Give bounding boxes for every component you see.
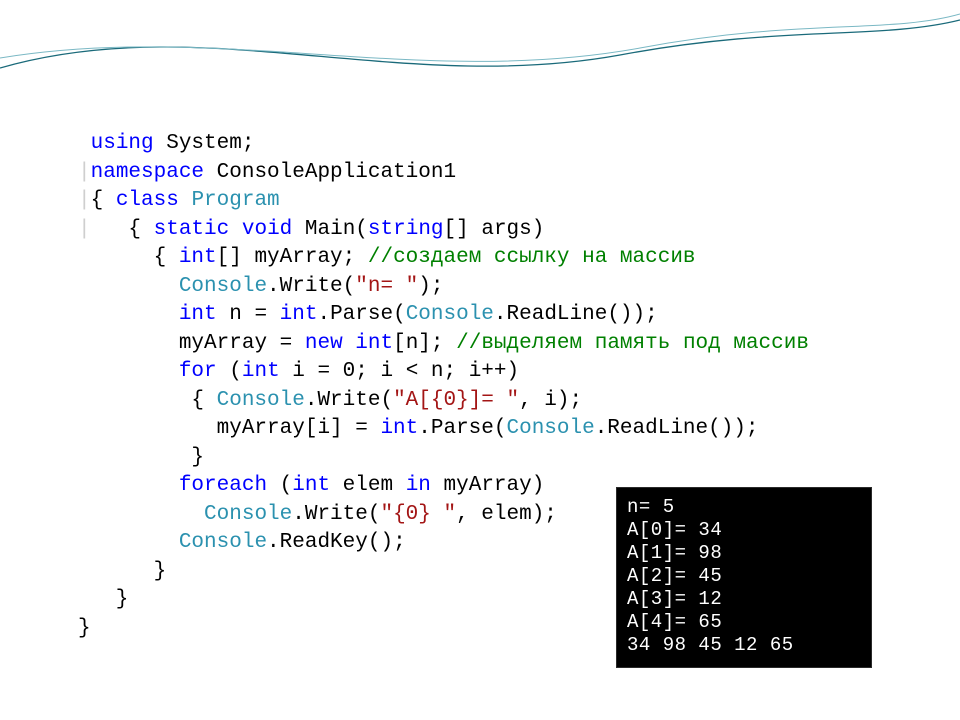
console-line: A[3]= 12 — [627, 588, 722, 610]
code-line: Console.Write("n= "); — [78, 275, 444, 298]
code-line: } — [78, 617, 91, 640]
code-line: int n = int.Parse(Console.ReadLine()); — [78, 303, 658, 326]
code-line: myArray[i] = int.Parse(Console.ReadLine(… — [78, 417, 759, 440]
console-line: 34 98 45 12 65 — [627, 634, 794, 656]
code-line: using System; — [78, 132, 254, 155]
code-line: } — [78, 446, 204, 469]
code-line: { int[] myArray; //создаем ссылку на мас… — [78, 246, 696, 269]
code-line: { Console.Write("A[{0}]= ", i); — [78, 389, 582, 412]
code-line: } — [78, 560, 166, 583]
code-line: for (int i = 0; i < n; i++) — [78, 360, 519, 383]
code-line: | { static void Main(string[] args) — [78, 218, 544, 241]
code-line: Console.ReadKey(); — [78, 531, 406, 554]
decorative-swoosh — [0, 0, 960, 100]
code-line: Console.Write("{0} ", elem); — [78, 503, 557, 526]
code-line: } — [78, 588, 128, 611]
console-line: A[2]= 45 — [627, 565, 722, 587]
console-line: n= 5 — [627, 496, 675, 518]
console-output: n= 5 A[0]= 34 A[1]= 98 A[2]= 45 A[3]= 12… — [616, 487, 872, 668]
code-line: myArray = new int[n]; //выделяем память … — [78, 332, 809, 355]
code-line: |namespace ConsoleApplication1 — [78, 161, 456, 184]
console-line: A[0]= 34 — [627, 519, 722, 541]
console-line: A[1]= 98 — [627, 542, 722, 564]
code-line: foreach (int elem in myArray) — [78, 474, 544, 497]
code-line: |{ class Program — [78, 189, 280, 212]
console-line: A[4]= 65 — [627, 611, 722, 633]
